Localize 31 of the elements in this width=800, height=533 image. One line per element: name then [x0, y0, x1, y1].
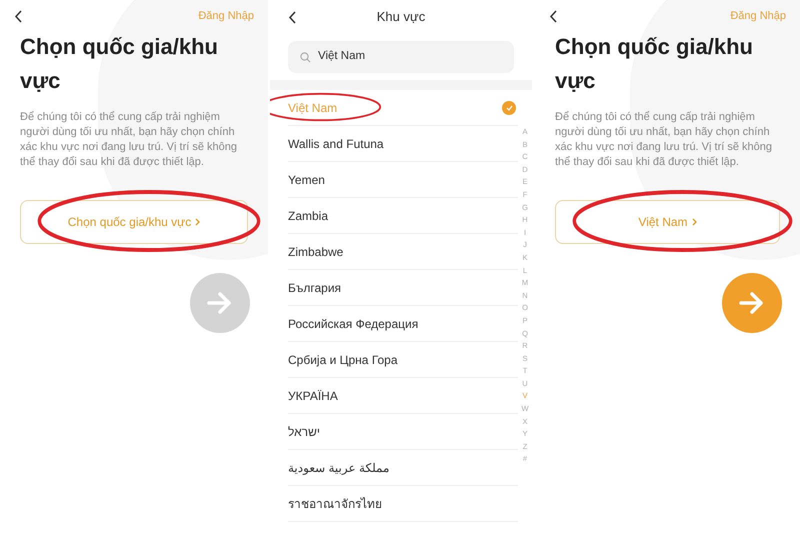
login-link[interactable]: Đăng Nhập [730, 8, 786, 24]
country-item[interactable]: Российская Федерация [288, 306, 518, 342]
region-button[interactable]: Chọn quốc gia/khu vực [20, 200, 248, 244]
search-field[interactable]: Việt Nam [288, 41, 514, 73]
country-item[interactable]: Србија и Црна Гора [288, 342, 518, 378]
login-link[interactable]: Đăng Nhập [198, 8, 254, 24]
back-icon[interactable] [288, 11, 297, 24]
country-item[interactable]: Wallis and Futuna [288, 126, 518, 162]
country-item[interactable]: مملكة عربية سعودية [288, 450, 518, 486]
country-item[interactable]: ישראל [288, 414, 518, 450]
back-icon[interactable] [549, 10, 558, 22]
description-text: Để chúng tôi có thể cung cấp trải nghiệm người dùng tối ưu nhất, bạn hãy chọn chính xác khu vực nơi đang lưu trú. Vị trí sẽ không thể thay đổi sau khi đã được thiết lập. [19, 110, 238, 170]
description-text: Để chúng tôi có thể cung cấp trải nghiệm người dùng tối ưu nhất, bạn hãy chọn chính xác khu vực nơi đang lưu trú. Vị trí sẽ không thể thay đổi sau khi đã được thiết lập. [554, 110, 773, 170]
region-button[interactable]: Việt Nam [555, 200, 780, 244]
chevron-icon [692, 218, 697, 226]
back-icon[interactable] [14, 10, 23, 22]
country-item[interactable]: ราชอาณาจักรไทย [288, 486, 518, 522]
page-title: Chọn quốc gia/khu vực [554, 33, 754, 95]
country-item[interactable]: Việt Nam [288, 90, 518, 126]
country-item[interactable]: УКРАЇНА [288, 378, 518, 414]
chevron-icon [195, 218, 200, 226]
arrow-right-icon [207, 292, 233, 314]
check-icon [502, 100, 516, 114]
country-item[interactable]: Zambia [288, 198, 518, 234]
search-icon [300, 52, 311, 62]
country-item[interactable]: Zimbabwe [288, 234, 518, 270]
country-item[interactable]: Yemen [288, 162, 518, 198]
page-title: Chọn quốc gia/khu vực [19, 33, 219, 95]
screen-title: Khu vực [376, 8, 426, 26]
arrow-right-icon [739, 292, 765, 314]
country-item[interactable]: България [288, 270, 518, 306]
